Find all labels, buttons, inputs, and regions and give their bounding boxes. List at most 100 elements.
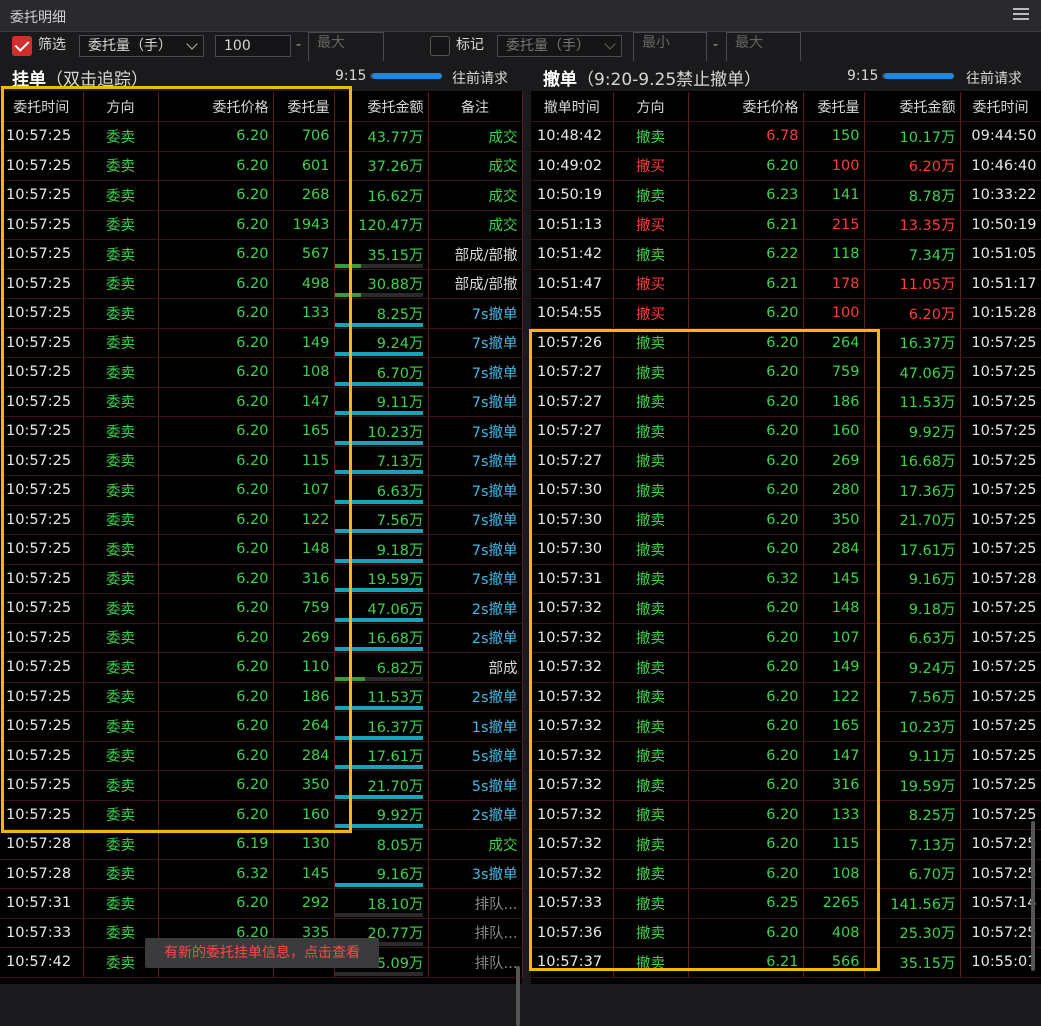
mark-max-input[interactable]: 最大 — [726, 32, 801, 62]
column-header[interactable]: 委托价格 — [688, 92, 804, 122]
table-row[interactable]: 10:51:13 撤买 6.21 215 13.35万 10:50:19 — [531, 210, 1041, 240]
table-row[interactable]: 10:57:27 撤卖 6.20 269 16.68万 10:57:25 — [531, 446, 1041, 476]
panel-divider[interactable] — [522, 61, 531, 984]
cancel-time: 10:48:42 — [531, 121, 614, 152]
order-note: 部成 — [428, 652, 523, 683]
table-row[interactable]: 10:57:30 撤卖 6.20 284 17.61万 10:57:25 — [531, 534, 1041, 565]
order-amount: 47.06万 — [864, 357, 961, 388]
table-row[interactable]: 10:57:31 委卖 6.20 292 18.10万 排队... — [0, 888, 523, 919]
cancelled-scrollbar[interactable] — [1031, 821, 1035, 971]
order-quantity: 350 — [273, 770, 335, 801]
table-row[interactable]: 10:48:42 撤卖 6.78 150 10.17万 09:44:50 — [531, 121, 1041, 152]
table-row[interactable]: 10:57:32 撤卖 6.20 148 9.18万 10:57:25 — [531, 593, 1041, 624]
column-header[interactable]: 委托金额 — [864, 92, 961, 122]
table-row[interactable]: 10:57:30 撤卖 6.20 280 17.36万 10:57:25 — [531, 475, 1041, 506]
table-row[interactable]: 10:57:25 委卖 6.20 268 16.62万 成交 — [0, 180, 523, 211]
order-amount-value: 8.05万 — [376, 837, 424, 854]
pending-subtitle: （双击追踪） — [46, 70, 148, 90]
progress-fill — [334, 499, 423, 504]
table-row[interactable]: 10:57:32 撤卖 6.20 165 10.23万 10:57:25 — [531, 711, 1041, 742]
table-row[interactable]: 10:57:25 委卖 6.20 110 6.82万 部成 — [0, 652, 523, 683]
table-row[interactable]: 10:57:25 委卖 6.20 498 30.88万 部成/部撤 — [0, 269, 523, 299]
column-header[interactable]: 委托时间 — [960, 92, 1041, 122]
table-row[interactable]: 10:57:36 撤卖 6.20 408 25.30万 10:57:25 — [531, 918, 1041, 948]
new-order-toast[interactable]: 有新的委托挂单信息，点击查看 — [145, 938, 379, 968]
hamburger-menu-icon[interactable] — [1013, 8, 1029, 22]
pending-request-earlier-button[interactable]: 往前请求 — [452, 68, 508, 88]
column-header[interactable]: 委托金额 — [334, 92, 429, 122]
table-row[interactable]: 10:54:55 撤买 6.20 100 6.20万 10:15:28 — [531, 298, 1041, 329]
table-row[interactable]: 10:57:25 委卖 6.20 1943 120.47万 成交 — [0, 210, 523, 240]
table-row[interactable]: 10:57:25 委卖 6.20 350 21.70万 5s撤单 — [0, 770, 523, 801]
table-row[interactable]: 10:57:26 撤卖 6.20 264 16.37万 10:57:25 — [531, 328, 1041, 358]
table-row[interactable]: 10:57:27 撤卖 6.20 186 11.53万 10:57:25 — [531, 387, 1041, 417]
order-quantity: 759 — [803, 357, 865, 388]
table-row[interactable]: 10:57:31 撤卖 6.32 145 9.16万 10:57:28 — [531, 564, 1041, 594]
table-row[interactable]: 10:57:25 委卖 6.20 165 10.23万 7s撤单 — [0, 416, 523, 447]
pending-title-text: 挂单 — [12, 70, 46, 90]
table-row[interactable]: 10:57:25 委卖 6.20 269 16.68万 2s撤单 — [0, 623, 523, 653]
table-row[interactable]: 10:57:25 委卖 6.20 601 37.26万 成交 — [0, 151, 523, 181]
order-price: 6.20 — [688, 859, 804, 889]
order-direction: 委卖 — [83, 151, 159, 181]
table-row[interactable]: 10:57:25 委卖 6.20 133 8.25万 7s撤单 — [0, 298, 523, 329]
table-row[interactable]: 10:57:25 委卖 6.20 148 9.18万 7s撤单 — [0, 534, 523, 565]
table-row[interactable]: 10:50:19 撤卖 6.23 141 8.78万 10:33:22 — [531, 180, 1041, 211]
column-header[interactable]: 委托价格 — [158, 92, 274, 122]
table-row[interactable]: 10:57:25 委卖 6.20 567 35.15万 部成/部撤 — [0, 239, 523, 270]
table-row[interactable]: 10:57:32 撤卖 6.20 133 8.25万 10:57:25 — [531, 800, 1041, 830]
cancelled-request-earlier-button[interactable]: 往前请求 — [966, 68, 1022, 88]
pending-panel-header: 挂单（双击追踪） 9:15 往前请求 — [0, 61, 522, 91]
table-row[interactable]: 10:57:25 委卖 6.20 160 9.92万 2s撤单 — [0, 800, 523, 830]
column-header[interactable]: 撤单时间 — [531, 92, 614, 122]
table-row[interactable]: 10:57:32 撤卖 6.20 122 7.56万 10:57:25 — [531, 682, 1041, 712]
cancel-direction: 撤卖 — [613, 888, 689, 919]
cancel-time: 10:57:32 — [531, 711, 614, 742]
column-header[interactable]: 方向 — [613, 92, 689, 122]
table-row[interactable]: 10:57:33 撤卖 6.25 2265 141.56万 10:57:14 — [531, 888, 1041, 919]
mark-type-select[interactable]: 委托量（手） — [497, 35, 622, 57]
table-row[interactable]: 10:57:25 委卖 6.20 284 17.61万 5s撤单 — [0, 741, 523, 771]
table-row[interactable]: 10:57:25 委卖 6.20 706 43.77万 成交 — [0, 121, 523, 152]
table-row[interactable]: 10:57:25 委卖 6.20 107 6.63万 7s撤单 — [0, 475, 523, 506]
table-row[interactable]: 10:57:25 委卖 6.20 108 6.70万 7s撤单 — [0, 357, 523, 388]
table-row[interactable]: 10:57:32 撤卖 6.20 108 6.70万 10:57:25 — [531, 859, 1041, 889]
filter-min-input[interactable]: 100 — [215, 35, 291, 57]
table-row[interactable]: 10:57:30 撤卖 6.20 350 21.70万 10:57:25 — [531, 505, 1041, 535]
pending-scrollbar[interactable] — [516, 966, 520, 1026]
filter-type-select[interactable]: 委托量（手） — [79, 35, 204, 57]
order-time: 10:57:25 — [0, 121, 84, 152]
filter-max-input[interactable]: 最大 — [308, 32, 384, 62]
column-header[interactable]: 方向 — [83, 92, 159, 122]
table-row[interactable]: 10:57:32 撤卖 6.20 107 6.63万 10:57:25 — [531, 623, 1041, 653]
table-row[interactable]: 10:57:25 委卖 6.20 759 47.06万 2s撤单 — [0, 593, 523, 624]
table-row[interactable]: 10:57:37 撤卖 6.21 566 35.15万 10:55:01 — [531, 947, 1041, 978]
column-header[interactable]: 备注 — [428, 92, 523, 122]
table-row[interactable]: 10:57:25 委卖 6.20 147 9.11万 7s撤单 — [0, 387, 523, 417]
table-row[interactable]: 10:57:28 委卖 6.32 145 9.16万 3s撤单 — [0, 859, 523, 889]
table-row[interactable]: 10:57:32 撤卖 6.20 149 9.24万 10:57:25 — [531, 652, 1041, 683]
table-row[interactable]: 10:57:27 撤卖 6.20 759 47.06万 10:57:25 — [531, 357, 1041, 388]
column-header[interactable]: 委托时间 — [0, 92, 84, 122]
table-row[interactable]: 10:49:02 撤买 6.20 100 6.20万 10:46:40 — [531, 151, 1041, 181]
column-header[interactable]: 委托量 — [273, 92, 335, 122]
mark-min-input[interactable]: 最小 — [633, 32, 707, 62]
table-row[interactable]: 10:57:25 委卖 6.20 264 16.37万 1s撤单 — [0, 711, 523, 742]
table-row[interactable]: 10:57:32 撤卖 6.20 147 9.11万 10:57:25 — [531, 741, 1041, 771]
mark-checkbox[interactable] — [430, 36, 450, 56]
table-row[interactable]: 10:57:25 委卖 6.20 122 7.56万 7s撤单 — [0, 505, 523, 535]
order-time: 10:57:25 — [0, 800, 84, 830]
cancel-time: 10:57:36 — [531, 918, 614, 948]
table-row[interactable]: 10:51:47 撤买 6.21 178 11.05万 10:51:17 — [531, 269, 1041, 299]
table-row[interactable]: 10:57:25 委卖 6.20 115 7.13万 7s撤单 — [0, 446, 523, 476]
table-row[interactable]: 10:57:27 撤卖 6.20 160 9.92万 10:57:25 — [531, 416, 1041, 447]
table-row[interactable]: 10:57:25 委卖 6.20 149 9.24万 7s撤单 — [0, 328, 523, 358]
column-header[interactable]: 委托量 — [803, 92, 865, 122]
table-row[interactable]: 10:57:25 委卖 6.20 316 19.59万 7s撤单 — [0, 564, 523, 594]
table-row[interactable]: 10:57:28 委卖 6.19 130 8.05万 成交 — [0, 829, 523, 860]
filter-checkbox[interactable] — [12, 36, 32, 56]
table-row[interactable]: 10:57:25 委卖 6.20 186 11.53万 2s撤单 — [0, 682, 523, 712]
table-row[interactable]: 10:57:32 撤卖 6.20 115 7.13万 10:57:25 — [531, 829, 1041, 860]
table-row[interactable]: 10:51:42 撤卖 6.22 118 7.34万 10:51:05 — [531, 239, 1041, 270]
table-row[interactable]: 10:57:32 撤卖 6.20 316 19.59万 10:57:25 — [531, 770, 1041, 801]
